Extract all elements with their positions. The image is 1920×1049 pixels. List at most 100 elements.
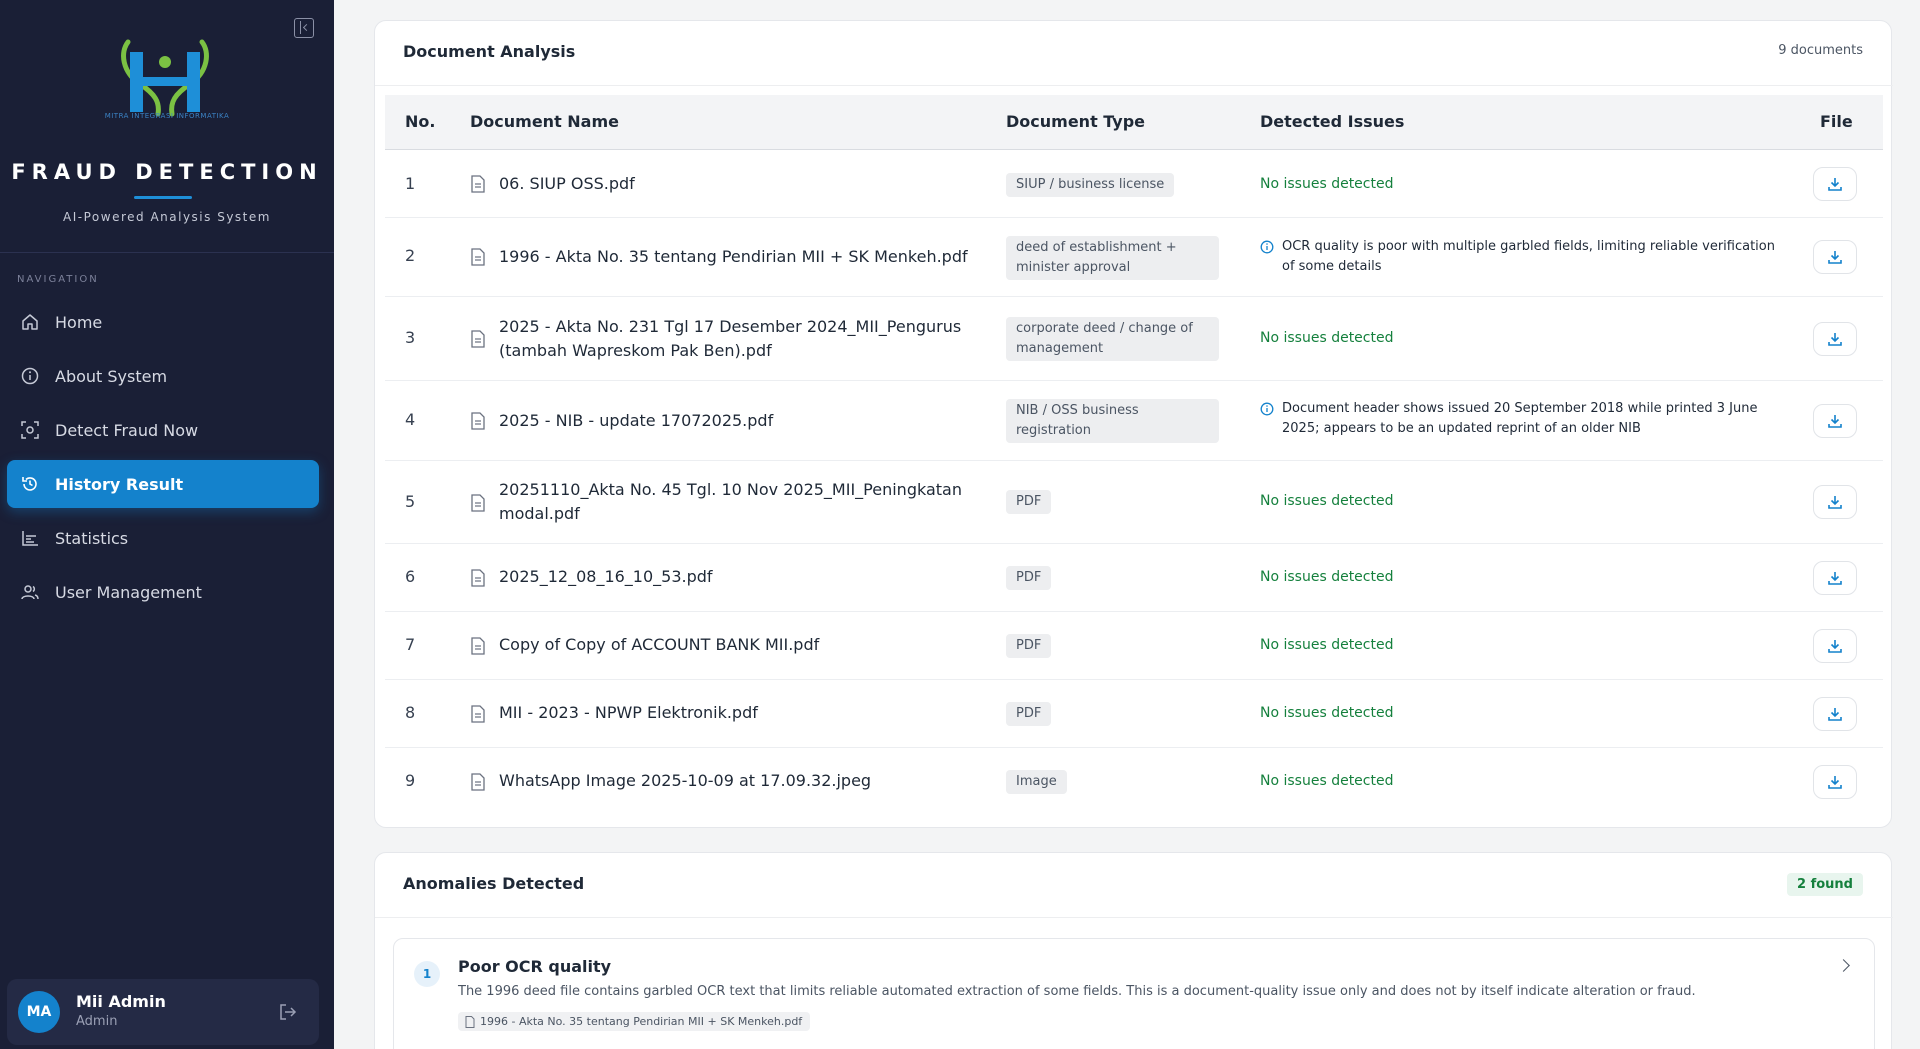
anomaly-card[interactable]: 1 Poor OCR quality The 1996 deed file co… <box>393 938 1875 1049</box>
divider <box>375 917 1893 918</box>
issue-status: No issues detected <box>1260 773 1394 789</box>
row-number: 5 <box>405 492 416 511</box>
sidebar-divider <box>0 252 334 253</box>
issue-status: No issues detected <box>1260 637 1394 653</box>
user-role: Admin <box>76 1014 118 1029</box>
sidebar: MITRA INTEGRASI INFORMATIKA FRAUD DETECT… <box>0 0 334 1049</box>
sidebar-item-label: Statistics <box>55 528 129 548</box>
found-badge: 2 found <box>1787 873 1863 896</box>
brand-underline <box>134 196 192 199</box>
download-button[interactable] <box>1813 322 1857 356</box>
sidebar-item-label: Home <box>55 312 103 332</box>
download-button[interactable] <box>1813 240 1857 274</box>
documents-table: No. Document Name Document Type Detected… <box>385 95 1883 816</box>
table-row: 3 2025 - Akta No. 231 Tgl 17 Desember 20… <box>385 297 1883 381</box>
document-name: 2025_12_08_16_10_53.pdf <box>499 567 713 586</box>
table-header: No. Document Name Document Type Detected… <box>385 95 1883 150</box>
logout-icon[interactable] <box>279 1003 297 1021</box>
sidebar-item-label: User Management <box>55 582 202 602</box>
type-badge: deed of establishment + minister approva… <box>1006 236 1219 280</box>
download-icon <box>1828 415 1842 428</box>
scan-icon <box>21 421 39 439</box>
type-badge: Image <box>1006 770 1067 794</box>
logo-caption: MITRA INTEGRASI INFORMATIKA <box>104 112 230 120</box>
document-name: MII - 2023 - NPWP Elektronik.pdf <box>499 703 758 722</box>
divider <box>375 85 1893 86</box>
header-file: File <box>1820 112 1853 131</box>
row-number: 9 <box>405 771 416 790</box>
sidebar-item-user-management[interactable]: User Management <box>7 568 319 616</box>
document-name: 2025 - NIB - update 17072025.pdf <box>499 411 774 430</box>
download-icon <box>1828 333 1842 346</box>
file-icon <box>471 773 485 791</box>
download-icon <box>1828 776 1842 789</box>
download-icon <box>1828 251 1842 264</box>
file-icon <box>471 412 485 430</box>
download-button[interactable] <box>1813 561 1857 595</box>
panel-title: Anomalies Detected <box>403 874 585 893</box>
anomaly-number: 1 <box>414 961 440 987</box>
download-icon <box>1828 572 1842 585</box>
header-detected-issues: Detected Issues <box>1260 112 1405 131</box>
sidebar-item-home[interactable]: Home <box>7 298 319 346</box>
type-badge: PDF <box>1006 490 1052 514</box>
header-document-type: Document Type <box>1006 112 1146 131</box>
download-button[interactable] <box>1813 765 1857 799</box>
user-card: MA Mii Admin Admin <box>7 979 319 1045</box>
sidebar-item-label: About System <box>55 366 168 386</box>
anomaly-description: The 1996 deed file contains garbled OCR … <box>458 984 1696 999</box>
issue-text: Document header shows issued 20 Septembe… <box>1282 401 1758 436</box>
document-name: 1996 - Akta No. 35 tentang Pendirian MII… <box>499 247 968 266</box>
sidebar-item-about-system[interactable]: About System <box>7 352 319 400</box>
anomalies-panel: Anomalies Detected 2 found 1 Poor OCR qu… <box>374 852 1893 1049</box>
row-number: 7 <box>405 635 416 654</box>
download-button[interactable] <box>1813 697 1857 731</box>
sidebar-item-label: History Result <box>55 474 184 494</box>
info-icon <box>1260 240 1274 254</box>
download-button[interactable] <box>1813 485 1857 519</box>
issue-status: No issues detected <box>1260 330 1394 346</box>
collapse-sidebar-icon[interactable] <box>294 18 314 38</box>
history-icon <box>22 477 37 491</box>
issue-text: OCR quality is poor with multiple garble… <box>1282 239 1775 274</box>
download-icon <box>1828 708 1842 721</box>
chevron-right-icon[interactable] <box>1837 959 1850 972</box>
info-icon <box>1260 402 1274 416</box>
anomaly-file-name: 1996 - Akta No. 35 tentang Pendirian MII… <box>480 1015 803 1028</box>
table-row: 4 2025 - NIB - update 17072025.pdf NIB /… <box>385 381 1883 461</box>
table-row: 6 2025_12_08_16_10_53.pdf PDF No issues … <box>385 544 1883 612</box>
home-icon <box>22 314 38 330</box>
info-icon <box>21 367 39 385</box>
sidebar-item-statistics[interactable]: Statistics <box>7 514 319 562</box>
table-row: 8 MII - 2023 - NPWP Elektronik.pdf PDF N… <box>385 680 1883 748</box>
table-row: 5 20251110_Akta No. 45 Tgl. 10 Nov 2025_… <box>385 461 1883 544</box>
issue-warning: Document header shows issued 20 Septembe… <box>1260 399 1780 439</box>
row-number: 2 <box>405 246 416 265</box>
brand-title: FRAUD DETECTION <box>11 160 323 184</box>
download-icon <box>1828 496 1842 509</box>
row-number: 3 <box>405 328 416 347</box>
file-icon <box>471 569 485 587</box>
sidebar-item-history-result[interactable]: History Result <box>7 460 319 508</box>
table-row: 2 1996 - Akta No. 35 tentang Pendirian M… <box>385 218 1883 297</box>
download-icon <box>1828 178 1842 191</box>
table-row: 7 Copy of Copy of ACCOUNT BANK MII.pdf P… <box>385 612 1883 680</box>
sidebar-item-detect-fraud-now[interactable]: Detect Fraud Now <box>7 406 319 454</box>
file-icon <box>471 175 485 193</box>
avatar: MA <box>18 991 60 1033</box>
file-icon <box>471 494 485 512</box>
row-number: 4 <box>405 410 416 429</box>
type-badge: PDF <box>1006 634 1052 658</box>
file-icon <box>471 330 485 348</box>
download-button[interactable] <box>1813 404 1857 438</box>
issue-status: No issues detected <box>1260 569 1394 585</box>
file-icon <box>465 1016 475 1028</box>
download-button[interactable] <box>1813 629 1857 663</box>
brand-subtitle: AI-Powered Analysis System <box>63 210 271 224</box>
file-icon <box>471 705 485 723</box>
document-name: 20251110_Akta No. 45 Tgl. 10 Nov 2025_MI… <box>499 480 962 523</box>
type-badge: PDF <box>1006 702 1052 726</box>
table-row: 1 06. SIUP OSS.pdf SIUP / business licen… <box>385 150 1883 218</box>
company-logo <box>121 39 209 117</box>
download-button[interactable] <box>1813 167 1857 201</box>
